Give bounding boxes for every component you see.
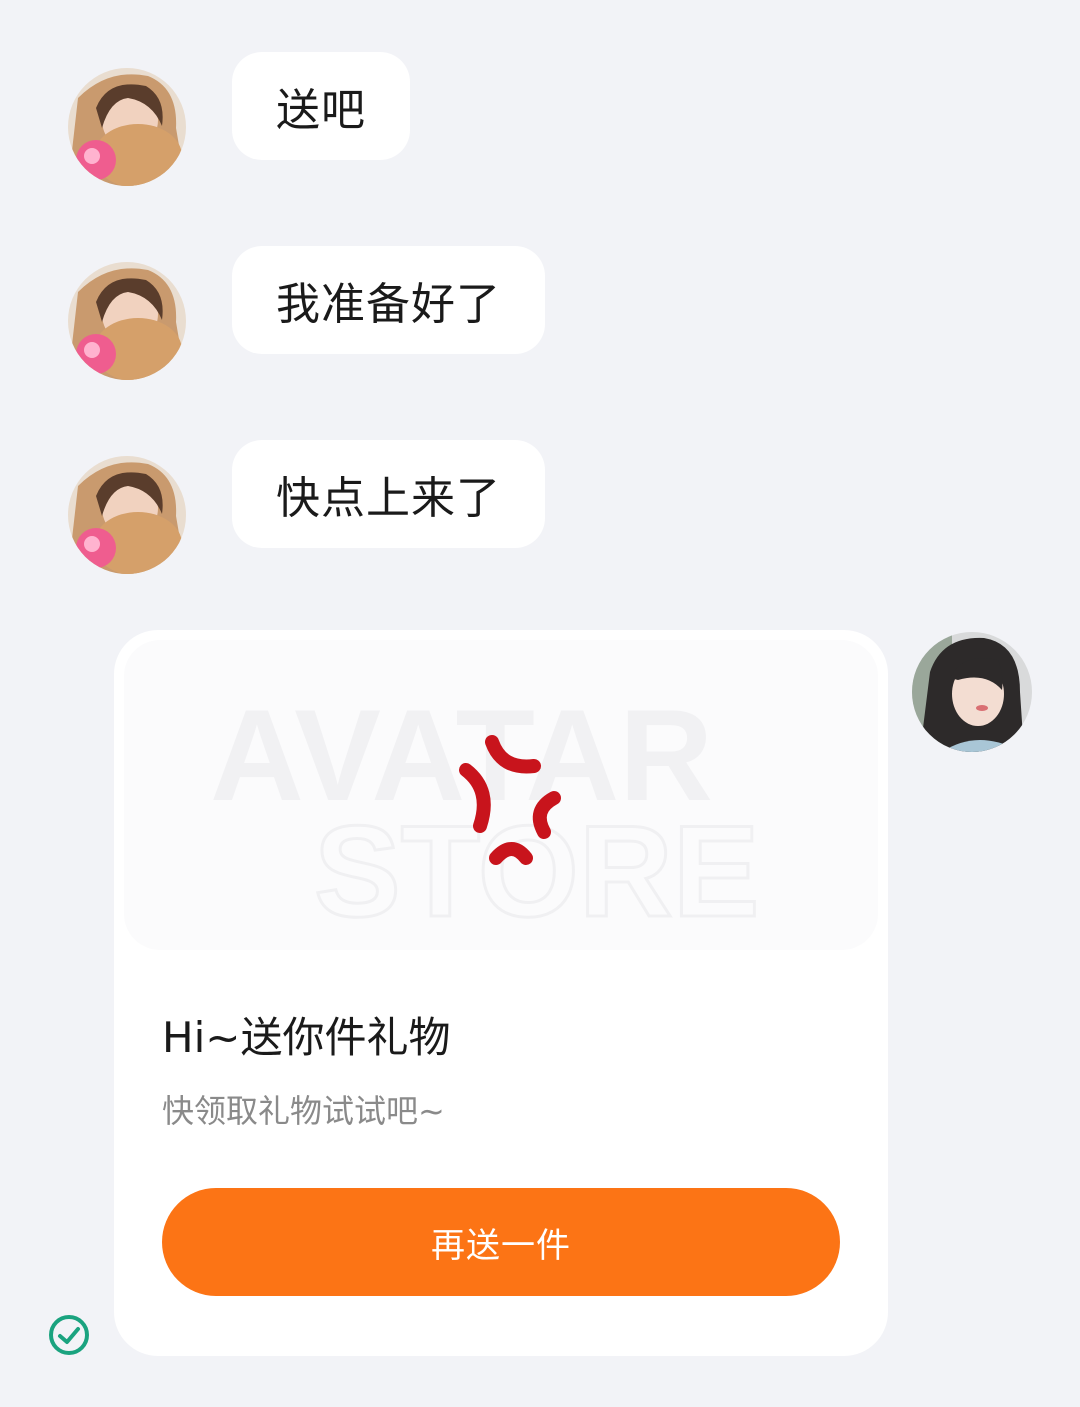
other-user-avatar[interactable] bbox=[68, 456, 186, 574]
message-row: 快点上来了 bbox=[0, 440, 1080, 580]
gift-card-subtitle: 快领取礼物试试吧~ bbox=[162, 1092, 445, 1130]
gift-card-image: AVATAR STORE bbox=[124, 640, 878, 950]
other-user-avatar[interactable] bbox=[68, 262, 186, 380]
message-bubble[interactable]: 送吧 bbox=[232, 52, 410, 160]
other-user-avatar[interactable] bbox=[68, 68, 186, 186]
check-circle-icon bbox=[48, 1314, 90, 1356]
self-avatar[interactable] bbox=[912, 632, 1032, 752]
send-another-button[interactable]: 再送一件 bbox=[162, 1188, 840, 1296]
message-bubble[interactable]: 快点上来了 bbox=[232, 440, 545, 548]
message-row: 我准备好了 bbox=[0, 246, 1080, 386]
message-bubble[interactable]: 我准备好了 bbox=[232, 246, 545, 354]
gift-card[interactable]: AVATAR STORE Hi~送你件礼物 快领取礼物试试吧~ 再送一件 bbox=[114, 630, 888, 1356]
message-row: 送吧 bbox=[0, 52, 1080, 192]
gift-card-title: Hi~送你件礼物 bbox=[162, 1013, 451, 1062]
